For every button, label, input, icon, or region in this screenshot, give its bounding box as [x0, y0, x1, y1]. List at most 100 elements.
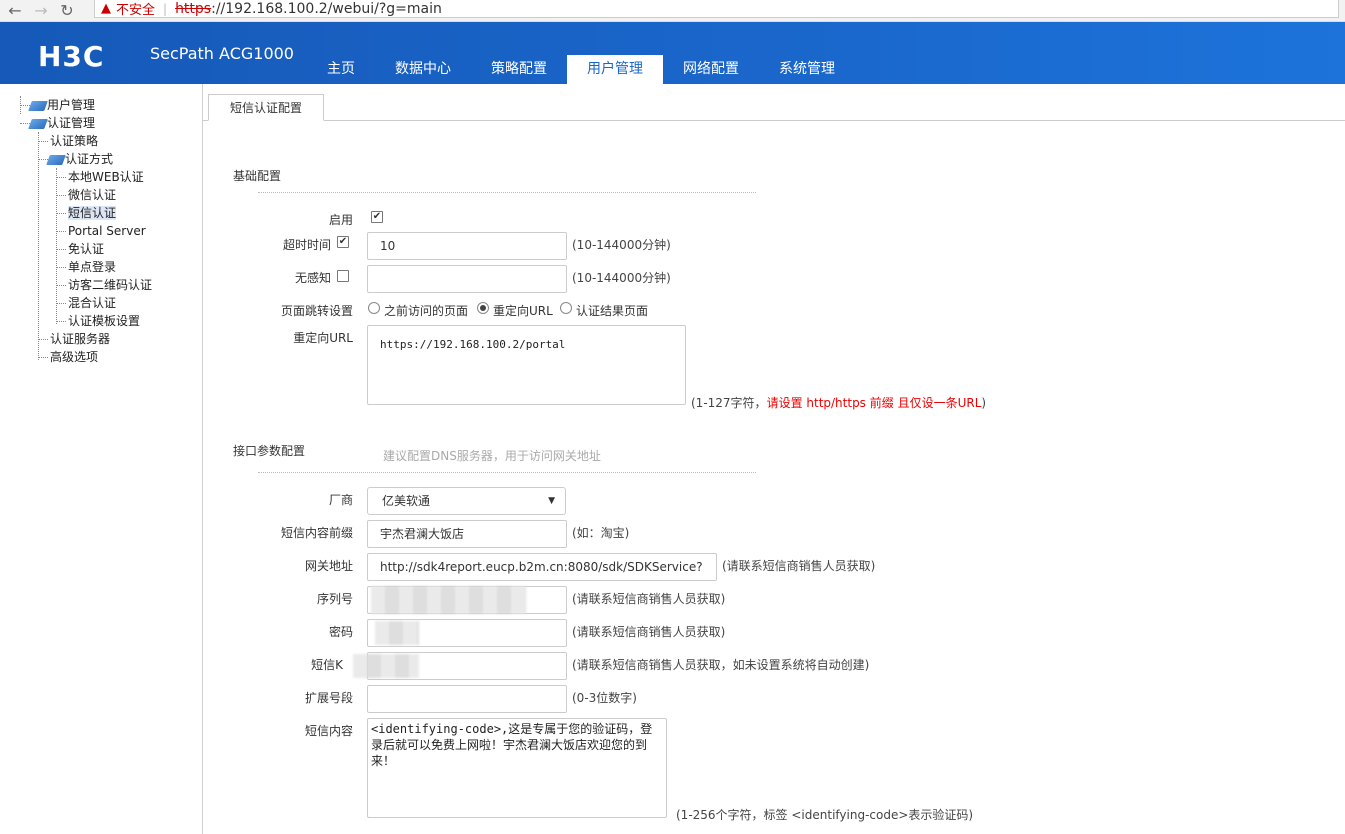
divider [258, 472, 756, 473]
h3c-logo: H3C [38, 40, 105, 73]
tab-data-center[interactable]: 数据中心 [384, 55, 462, 84]
sidebar-item-auth-template[interactable]: 认证模板设置 [68, 312, 140, 330]
password-label: 密码 [328, 625, 353, 639]
sms-content-hint: (1-256个字符，标签 <identifying-code>表示验证码) [676, 808, 974, 822]
gateway-input[interactable]: http://sdk4report.eucp.b2m.cn:8080/sdk/S… [367, 553, 717, 600]
tree-line [38, 339, 48, 340]
redirect-url-textarea[interactable]: https://192.168.100.2/portal [367, 325, 686, 405]
serial-hint: (请联系短信商销售人员获取) [572, 592, 726, 606]
tree-line [56, 321, 66, 322]
tree-line [56, 231, 66, 232]
section-interface-config: 接口参数配置 [233, 444, 306, 458]
forward-button[interactable]: → [30, 1, 52, 20]
tree-line [38, 357, 48, 358]
tree-line [56, 249, 66, 250]
forward-arrow-icon: → [34, 1, 48, 20]
content-area: 短信认证配置 基础配置 启用 ✔ 超时时间 ✔ 10 (10-144000分钟)… [203, 84, 1345, 834]
section-basic-config: 基础配置 [233, 169, 282, 183]
sidebar-item-advanced-options[interactable]: 高级选项 [50, 348, 98, 366]
enable-checkbox[interactable]: ✔ [371, 211, 383, 223]
browser-toolbar: ← → ↻ ▲ 不安全 | https://192.168.100.2/webu… [0, 0, 1345, 22]
sidebar-item-sms-auth[interactable]: 短信认证 [68, 204, 117, 222]
redirect-setting-label: 页面跳转设置 [280, 304, 353, 318]
sms-prefix-hint: (如：淘宝) [572, 526, 630, 540]
gateway-hint: (请联系短信商销售人员获取) [722, 559, 876, 573]
sidebar-item-auth-management[interactable]: 认证管理 [28, 114, 95, 132]
radio-redirect-url[interactable] [477, 302, 489, 314]
sms-key-hint: (请联系短信商销售人员获取，如未设置系统将自动创建) [572, 658, 870, 672]
back-arrow-icon: ← [8, 1, 22, 20]
seamless-hint: (10-144000分钟) [572, 271, 671, 285]
address-separator: | [163, 1, 168, 16]
vendor-select[interactable]: 亿美软通 ▼ [367, 487, 566, 515]
radio-redirect-url-label: 重定向URL [493, 304, 553, 318]
radio-auth-result-page[interactable] [560, 302, 572, 314]
sms-prefix-label: 短信内容前缀 [280, 526, 353, 540]
tree-line [38, 159, 48, 160]
serial-label: 序列号 [316, 592, 353, 606]
tab-policy-config[interactable]: 策略配置 [480, 55, 558, 84]
reload-icon: ↻ [60, 1, 74, 20]
sms-content-label: 短信内容 [304, 724, 353, 738]
folder-icon [46, 154, 66, 165]
sidebar-item-local-web-auth[interactable]: 本地WEB认证 [68, 168, 144, 186]
tree-line [20, 105, 30, 106]
dns-hint: 建议配置DNS服务器，用于访问网关地址 [383, 449, 601, 463]
redirect-url-label: 重定向URL [293, 331, 353, 345]
insecure-label: 不安全 [116, 3, 156, 18]
redacted-area [353, 654, 419, 678]
radio-auth-result-page-label: 认证结果页面 [576, 304, 649, 318]
seamless-checkbox[interactable] [337, 270, 349, 282]
tree-line [56, 267, 66, 268]
warning-icon: ▲ [101, 1, 111, 16]
tab-system-management[interactable]: 系统管理 [768, 55, 846, 84]
ext-number-label: 扩展号段 [304, 691, 353, 705]
redacted-area [371, 586, 526, 614]
sidebar-item-exempt-auth[interactable]: 免认证 [68, 240, 104, 258]
tree-line [20, 123, 30, 124]
sidebar-item-auth-policy[interactable]: 认证策略 [50, 132, 98, 150]
tree-line [56, 213, 66, 214]
tree-line [38, 132, 39, 360]
sidebar-item-portal-server[interactable]: Portal Server [68, 222, 146, 240]
url-path: ://192.168.100.2/webui/?g=main [211, 0, 442, 17]
sms-prefix-input[interactable]: 宇杰君澜大饭店 [367, 520, 567, 548]
reload-button[interactable]: ↻ [56, 1, 78, 20]
sms-content-textarea[interactable]: <identifying-code>,这是专属于您的验证码，登录后就可以免费上网… [367, 718, 667, 818]
tree-line [56, 177, 66, 178]
sidebar-item-mixed-auth[interactable]: 混合认证 [68, 294, 116, 312]
timeout-input[interactable]: 10 [367, 232, 567, 260]
url-scheme: https [175, 0, 212, 17]
tab-home[interactable]: 主页 [312, 55, 370, 84]
radio-previous-page-label: 之前访问的页面 [384, 304, 469, 318]
tab-sms-auth-config[interactable]: 短信认证配置 [208, 94, 324, 121]
sidebar-item-auth-method[interactable]: 认证方式 [46, 150, 113, 168]
subtab-bar [203, 120, 1345, 121]
tree-line [38, 141, 48, 142]
redirect-url-hint: (1-127字符，请设置 http/https 前缀 且仅设一条URL) [691, 396, 987, 410]
address-bar[interactable]: ▲ 不安全 | https://192.168.100.2/webui/?g=m… [94, 0, 1339, 18]
sidebar-item-wechat-auth[interactable]: 微信认证 [68, 186, 116, 204]
sidebar-item-user-management[interactable]: 用户管理 [28, 96, 95, 114]
radio-previous-page[interactable] [368, 302, 380, 314]
ext-number-input[interactable] [367, 685, 567, 713]
tree-line [56, 285, 66, 286]
product-name: SecPath ACG1000 [150, 44, 294, 63]
timeout-hint: (10-144000分钟) [572, 238, 671, 252]
sidebar-item-sso[interactable]: 单点登录 [68, 258, 116, 276]
back-button[interactable]: ← [4, 1, 26, 20]
tab-user-management[interactable]: 用户管理 [567, 55, 663, 84]
folder-icon [28, 118, 48, 129]
timeout-checkbox[interactable]: ✔ [337, 236, 349, 248]
seamless-label: 无感知 [294, 271, 331, 285]
sidebar-item-auth-server[interactable]: 认证服务器 [50, 330, 110, 348]
tree-line [56, 303, 66, 304]
tab-network-config[interactable]: 网络配置 [672, 55, 750, 84]
seamless-input[interactable] [367, 265, 567, 293]
tree-line [56, 195, 66, 196]
sidebar-item-guest-qr-auth[interactable]: 访客二维码认证 [68, 276, 152, 294]
redacted-area [375, 621, 419, 645]
sidebar: 用户管理 认证管理 认证策略 认证方式 本地WEB认证 微信认证 短信认证 Po… [0, 84, 203, 834]
password-hint: (请联系短信商销售人员获取) [572, 625, 726, 639]
enable-label: 启用 [328, 213, 353, 227]
